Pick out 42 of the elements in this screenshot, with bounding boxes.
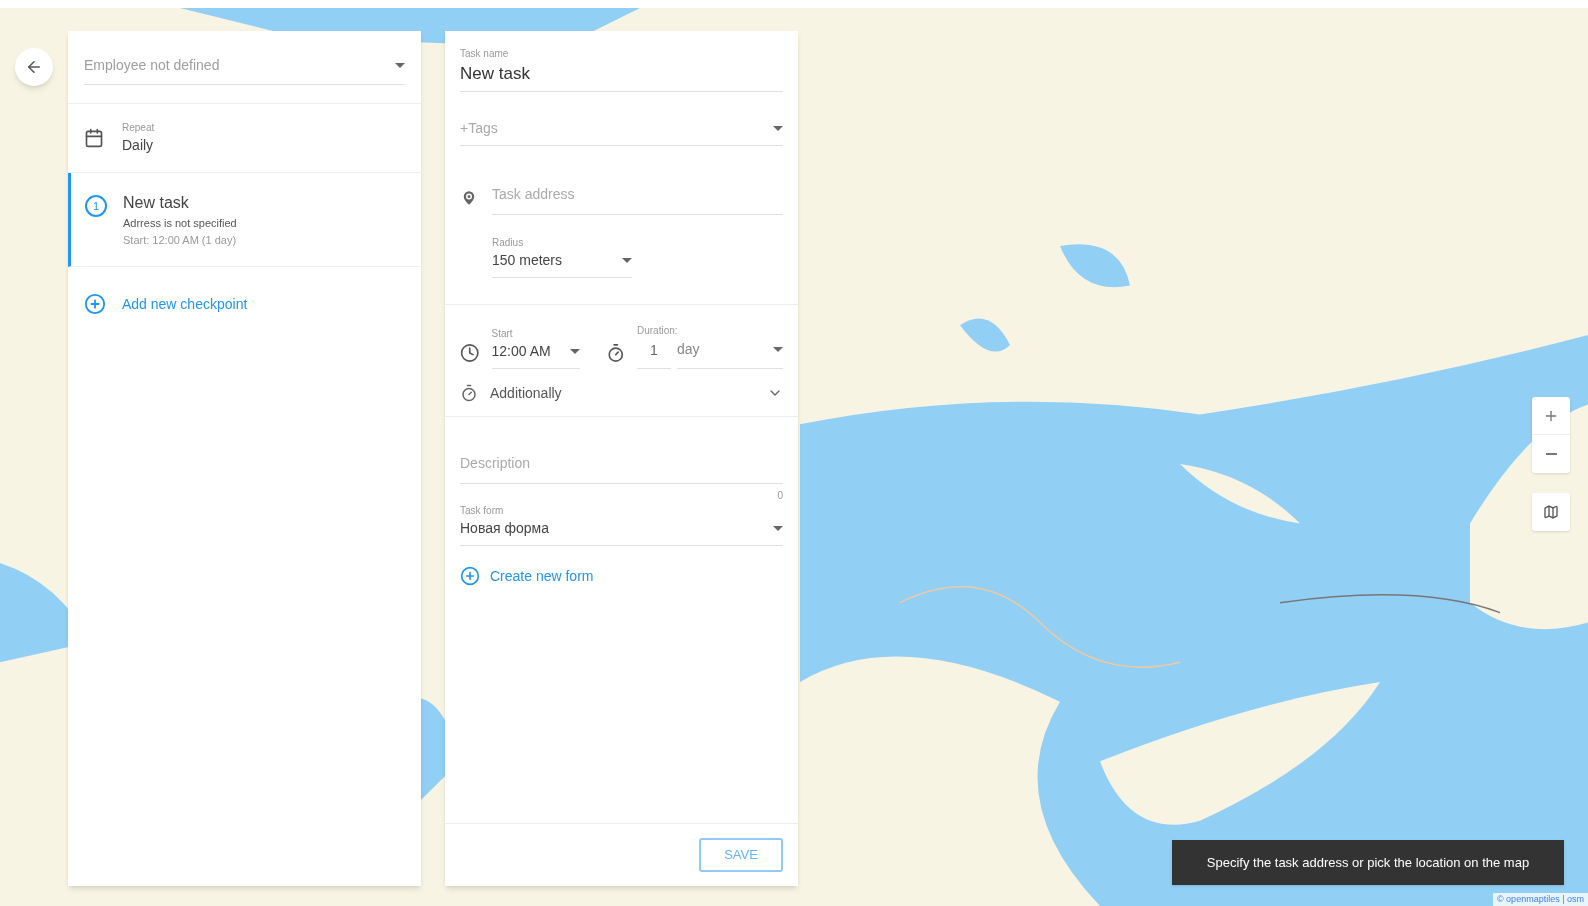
task-address-field[interactable]: Task address [492, 181, 783, 215]
start-label: Start [491, 326, 514, 341]
toast-message: Specify the task address or pick the location on the map [1172, 840, 1564, 885]
duration-field[interactable]: 1 [637, 337, 671, 369]
map-icon [1543, 504, 1559, 520]
duration-label: Duration: [637, 323, 679, 338]
tags-select[interactable]: +Tags [460, 117, 783, 146]
checkpoint-number: 1 [85, 195, 107, 217]
task-name-field[interactable]: Task name New task [460, 46, 783, 92]
checkpoint-title: New task [123, 193, 190, 213]
dropdown-caret-icon [773, 525, 783, 531]
task-form-label: Task form [460, 503, 505, 518]
radius-label: Radius [492, 235, 525, 250]
description-field[interactable]: Description [460, 450, 783, 484]
map-layers-button[interactable] [1532, 493, 1570, 531]
duration-unit-select[interactable]: day [677, 337, 783, 369]
dropdown-caret-icon [622, 257, 632, 263]
radius-select[interactable]: 150 meters [492, 249, 632, 278]
start-time-select[interactable]: 12:00 AM [491, 340, 580, 369]
checkpoint-start: Start: 12:00 AM (1 day) [123, 232, 237, 248]
dropdown-caret-icon [773, 125, 783, 131]
employee-select[interactable]: Employee not defined [84, 55, 405, 85]
task-form-select[interactable]: Новая форма [460, 517, 783, 546]
location-pin-icon [460, 189, 478, 207]
character-counter: 0 [777, 488, 783, 503]
additionally-toggle[interactable]: Additionally [460, 382, 783, 404]
save-button[interactable]: SAVE [699, 838, 783, 872]
add-checkpoint-link[interactable]: Add new checkpoint [122, 293, 248, 315]
create-form-link[interactable]: Create new form [490, 565, 594, 587]
repeat-value: Daily [122, 136, 155, 155]
timer-icon [460, 384, 478, 402]
repeat-label: Repeat [122, 121, 155, 135]
dropdown-caret-icon [569, 348, 580, 354]
duration-icon [605, 342, 625, 363]
dropdown-caret-icon [395, 63, 405, 68]
clock-icon [460, 342, 480, 363]
checkpoint-item[interactable]: 1 New task Adrress is not specified Start: 12:00 AM (1 day) [68, 173, 421, 267]
calendar-icon [84, 128, 104, 148]
dropdown-caret-icon [773, 347, 783, 352]
add-icon [460, 566, 480, 586]
checkpoint-address: Adrress is not specified [123, 216, 237, 231]
add-icon [84, 293, 106, 315]
